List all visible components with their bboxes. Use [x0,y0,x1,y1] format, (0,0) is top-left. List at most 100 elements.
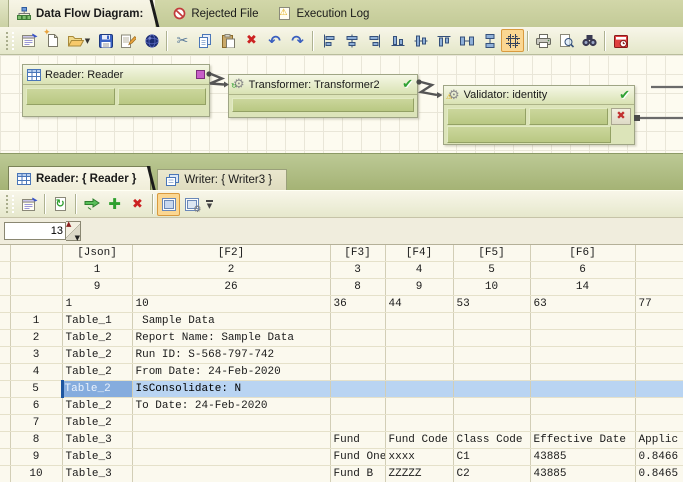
cell[interactable] [530,381,635,398]
make-same-width-button[interactable] [455,29,478,52]
cell[interactable] [453,398,530,415]
cell[interactable]: To Date: 24-Feb-2020 [132,398,330,415]
node-reader[interactable]: Reader: Reader [22,64,210,117]
error-output-button[interactable]: ✖ [611,108,631,125]
node-port[interactable] [529,108,608,125]
node-header[interactable]: Reader: Reader [23,65,209,85]
column-index[interactable]: 1 [62,262,132,279]
cell[interactable] [330,313,385,330]
dataflow-canvas[interactable]: Reader: Reader ⚙↻ Transformer: Transform… [0,55,683,153]
cell[interactable] [635,330,683,347]
column-offset[interactable]: 44 [385,296,453,313]
cell[interactable]: ZZZZZ [385,466,453,482]
toolbar-grip[interactable] [6,195,14,213]
align-middle-button[interactable] [409,29,432,52]
cell[interactable] [385,398,453,415]
row-number[interactable]: 4 [10,364,62,381]
column-header[interactable]: [F2] [132,245,330,262]
cell[interactable] [385,364,453,381]
column-offset[interactable]: 77 [635,296,683,313]
cell[interactable] [635,347,683,364]
cell[interactable]: Table_3 [62,432,132,449]
cell[interactable]: C2 [453,466,530,482]
cell[interactable] [330,415,385,432]
undo-button[interactable]: ↶ [263,29,286,52]
cell[interactable]: 0.8466 [635,449,683,466]
cell[interactable]: Fund [330,432,385,449]
print-preview-button[interactable] [555,29,578,52]
cell[interactable] [385,330,453,347]
row-number[interactable]: 7 [10,415,62,432]
row-number[interactable]: 8 [10,432,62,449]
tab-reader-preview[interactable]: Reader: { Reader } [8,166,151,191]
column-offset[interactable]: 10 [132,296,330,313]
cell[interactable] [132,449,330,466]
properties-button[interactable] [18,193,41,216]
cell[interactable] [385,313,453,330]
column-header[interactable]: [F4] [385,245,453,262]
add-row-button[interactable]: ✚ [103,193,126,216]
tab-data-flow-diagram[interactable]: Data Flow Diagram: [9,0,155,27]
cell[interactable] [635,381,683,398]
paste-button[interactable] [217,29,240,52]
cell[interactable] [453,364,530,381]
cell[interactable]: Table_1 [62,313,132,330]
row-count-spinner[interactable]: ▲ ▼ [66,221,81,241]
tab-writer-preview[interactable]: Writer: { Writer3 } [157,169,287,191]
publish-button[interactable] [140,29,163,52]
cell[interactable] [530,364,635,381]
column-header[interactable]: [Json] [62,245,132,262]
new-button[interactable]: ✦ [41,29,64,52]
cell[interactable] [635,415,683,432]
tab-execution-log[interactable]: ⚠ Execution Log [270,0,381,27]
row-number[interactable]: 5 [10,381,62,398]
column-length[interactable]: 9 [62,279,132,296]
column-header[interactable]: [F6] [530,245,635,262]
cell[interactable] [330,330,385,347]
column-index[interactable]: 6 [530,262,635,279]
print-button[interactable] [532,29,555,52]
row-number[interactable]: 6 [10,398,62,415]
column-offset[interactable]: 1 [62,296,132,313]
cell[interactable]: Table_2 [62,347,132,364]
align-bottom-button[interactable] [386,29,409,52]
cell[interactable]: 43885 [530,466,635,482]
cell[interactable]: Report Name: Sample Data [132,330,330,347]
properties-button[interactable] [18,29,41,52]
node-port[interactable] [447,108,526,125]
make-same-height-button[interactable] [478,29,501,52]
cell[interactable]: Fund B [330,466,385,482]
cell[interactable] [330,398,385,415]
find-button[interactable] [578,29,601,52]
column-length[interactable]: 10 [453,279,530,296]
cell[interactable]: Fund One [330,449,385,466]
align-center-button[interactable] [340,29,363,52]
column-header[interactable]: [F5] [453,245,530,262]
node-header[interactable]: ⚙↻ Transformer: Transformer2 ✔ [229,75,417,95]
node-validator[interactable]: ⚙⚠ Validator: identity ✔ ✖ [443,85,635,145]
row-number[interactable]: 3 [10,347,62,364]
node-port[interactable] [232,98,414,112]
column-header[interactable] [635,245,683,262]
column-offset[interactable]: 36 [330,296,385,313]
toolbar-grip[interactable] [6,32,14,50]
cell[interactable] [530,398,635,415]
cell[interactable]: From Date: 24-Feb-2020 [132,364,330,381]
cell[interactable]: C1 [453,449,530,466]
cell[interactable]: 0.8465 [635,466,683,482]
cell[interactable]: Run ID: S-568-797-742 [132,347,330,364]
node-port[interactable] [447,126,611,143]
cell[interactable] [530,313,635,330]
column-index[interactable] [635,262,683,279]
column-header[interactable]: [F3] [330,245,385,262]
cell[interactable] [635,364,683,381]
delete-button[interactable]: ✖ [240,29,263,52]
cell[interactable] [453,381,530,398]
cell[interactable] [530,347,635,364]
cell[interactable]: Table_2 [62,364,132,381]
cell[interactable] [635,313,683,330]
redo-button[interactable]: ↷ [286,29,309,52]
map-fields-button[interactable] [80,193,103,216]
row-number[interactable]: 10 [10,466,62,482]
cell[interactable] [453,415,530,432]
